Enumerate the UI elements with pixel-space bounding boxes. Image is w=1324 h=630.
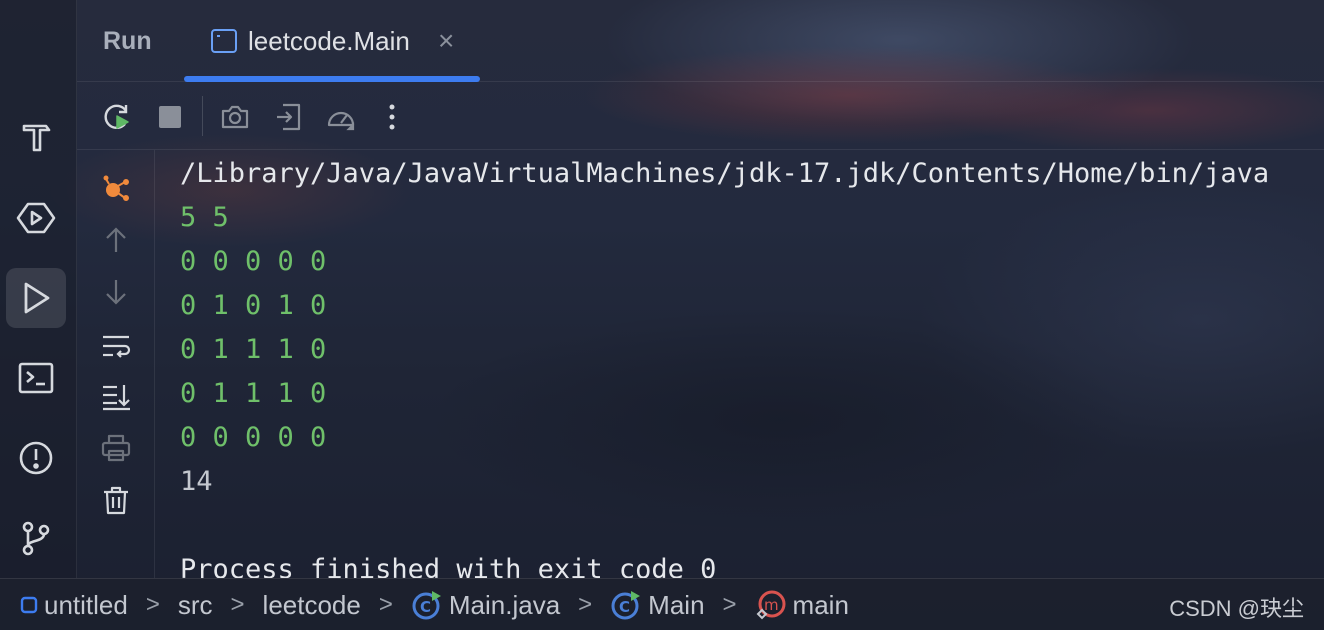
tab-label: leetcode.Main [248,26,410,56]
terminal-icon[interactable] [6,348,66,408]
chevron-right-icon: > [578,591,593,618]
arrow-down-icon[interactable] [98,274,134,310]
print-icon[interactable] [98,430,134,466]
run-toolbar [77,82,1324,150]
chevron-right-icon: > [230,591,245,618]
chevron-right-icon: > [722,591,737,618]
console-line-input: 0 0 0 0 0 [180,246,327,277]
breadcrumb-label: untitled [44,589,128,620]
watermark: CSDN @玦尘 [1169,596,1304,621]
java-class-run-icon: C [611,591,641,620]
console-line-input: 5 5 [180,202,229,233]
stop-icon[interactable] [152,99,188,135]
console-line-input: 0 1 1 1 0 [180,334,327,365]
breadcrumb: untitled > src > leetcode > C Main.java … [20,579,849,630]
breadcrumb-label: Main.java [448,589,561,620]
services-icon[interactable] [6,188,66,248]
chevron-right-icon: > [145,591,160,618]
svg-text:C: C [420,598,431,616]
soft-wrap-icon[interactable] [98,328,134,364]
breadcrumb-package[interactable]: leetcode [263,590,361,621]
tab-leetcode-main[interactable]: leetcode.Main × [184,0,480,82]
debug-dot-icon[interactable] [98,170,134,206]
console-tab-icon [211,29,237,53]
scroll-to-end-icon[interactable] [98,378,134,414]
console-line-command: /Library/Java/JavaVirtualMachines/jdk-17… [180,158,1270,189]
exit-icon[interactable] [271,99,307,135]
status-bar: untitled > src > leetcode > C Main.java … [0,578,1324,630]
module-icon [20,596,38,614]
toolbar-separator [202,96,203,136]
svg-text:C: C [619,598,630,616]
panel-title: Run [103,27,152,55]
rerun-icon[interactable] [99,99,135,135]
console-output[interactable]: /Library/Java/JavaVirtualMachines/jdk-17… [180,152,1324,578]
java-class-run-icon: C [412,591,441,620]
chevron-right-icon: > [378,591,393,618]
tool-window-header: Run leetcode.Main × [77,0,1324,82]
breadcrumb-label: Main [648,589,705,620]
git-branch-icon[interactable] [6,508,66,568]
console-gutter [77,150,155,578]
method-icon: m [756,590,786,620]
arrow-up-icon[interactable] [98,222,134,258]
gauge-icon[interactable] [323,99,359,135]
build-hammer-icon[interactable] [6,106,66,166]
breadcrumb-file[interactable]: C Main.java [411,589,560,621]
left-tool-strip [0,0,77,578]
camera-icon[interactable] [217,99,253,135]
console-line-input: 0 1 1 1 0 [180,378,327,409]
tab-close-button[interactable]: × [438,26,454,56]
console-line-output: 14 [180,466,213,497]
console-line-exit: Process finished with exit code 0 [180,554,717,578]
breadcrumb-project[interactable]: untitled [20,590,128,621]
run-icon[interactable] [6,268,66,328]
console-line-input: 0 1 0 1 0 [180,290,327,321]
console-line-input: 0 0 0 0 0 [180,422,327,453]
breadcrumb-method[interactable]: m main [755,589,849,621]
svg-text:m: m [764,596,779,614]
breadcrumb-label: leetcode [262,589,361,620]
breadcrumb-class[interactable]: C Main [610,589,705,621]
breadcrumb-src[interactable]: src [178,590,213,621]
problems-icon[interactable] [6,428,66,488]
more-icon[interactable] [374,99,410,135]
breadcrumb-label: main [792,589,849,620]
trash-icon[interactable] [98,482,134,518]
breadcrumb-label: src [177,589,213,620]
